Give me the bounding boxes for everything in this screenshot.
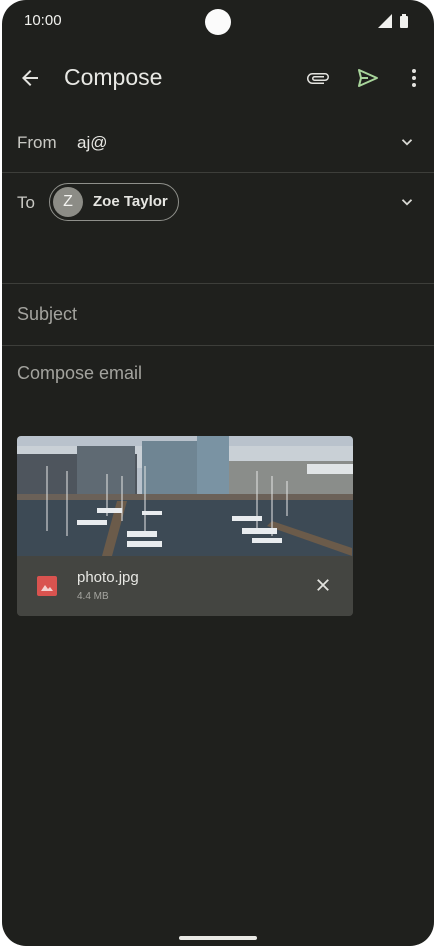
recipient-chip[interactable]: Z Zoe Taylor bbox=[49, 183, 179, 221]
subject-field[interactable]: Subject bbox=[2, 284, 434, 345]
attachment-name: photo.jpg bbox=[77, 569, 139, 586]
photo-preview[interactable] bbox=[17, 436, 353, 556]
gesture-nav-bar[interactable] bbox=[179, 936, 257, 940]
chevron-down-icon[interactable] bbox=[398, 193, 416, 211]
page-title: Compose bbox=[64, 64, 163, 90]
avatar: Z bbox=[53, 187, 83, 217]
recipient-name: Zoe Taylor bbox=[93, 193, 168, 210]
to-label: To bbox=[17, 193, 35, 212]
signal-icon bbox=[378, 14, 392, 28]
battery-icon bbox=[400, 14, 408, 28]
image-file-icon bbox=[37, 576, 57, 596]
close-icon[interactable] bbox=[314, 576, 332, 594]
from-value[interactable]: aj@ bbox=[77, 133, 108, 153]
from-label: From bbox=[17, 133, 57, 152]
attachment-size: 4.4 MB bbox=[77, 591, 109, 602]
attachment-card[interactable]: photo.jpg 4.4 MB bbox=[17, 436, 353, 616]
status-bar: 10:00 bbox=[2, 0, 434, 44]
phone-screen: 10:00 Compose From aj@ To Z Zoe Taylor S… bbox=[2, 0, 434, 946]
paperclip-icon[interactable] bbox=[306, 66, 330, 90]
send-icon[interactable] bbox=[356, 66, 380, 90]
status-time: 10:00 bbox=[24, 12, 62, 29]
from-row[interactable]: From aj@ bbox=[2, 120, 434, 172]
body-placeholder: Compose email bbox=[17, 363, 143, 383]
body-field[interactable]: Compose email bbox=[2, 346, 434, 426]
app-bar: Compose bbox=[2, 52, 434, 104]
back-arrow-icon[interactable] bbox=[18, 66, 42, 90]
attachment-footer: photo.jpg 4.4 MB bbox=[17, 556, 353, 616]
chevron-down-icon[interactable] bbox=[398, 133, 416, 151]
subject-placeholder: Subject bbox=[17, 304, 78, 324]
front-camera bbox=[205, 9, 231, 35]
more-vert-icon[interactable] bbox=[402, 66, 426, 90]
